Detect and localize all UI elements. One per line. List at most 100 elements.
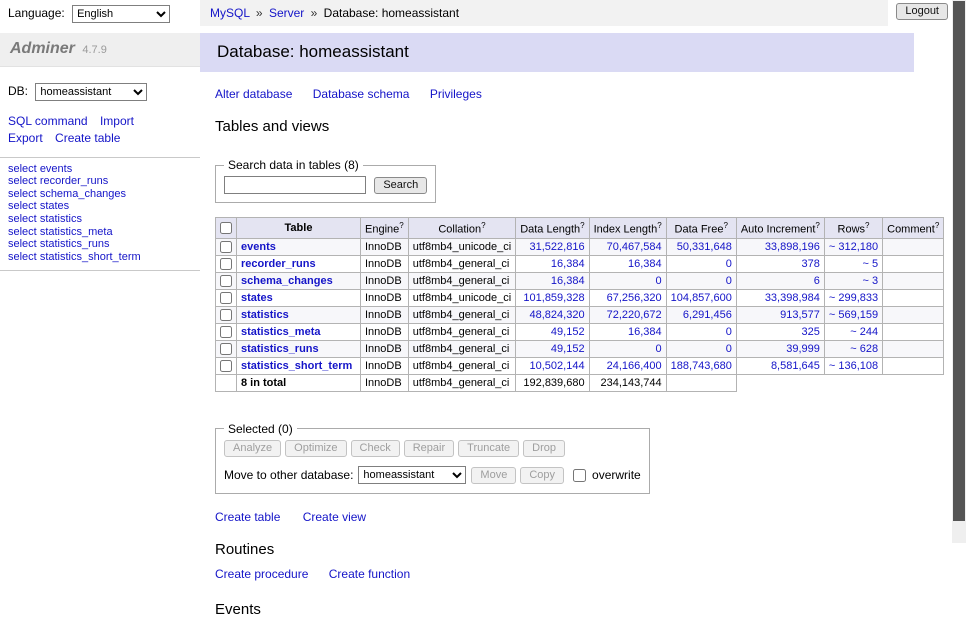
cell-rows-link[interactable]: ~ 244 [850, 326, 878, 338]
cell-auto-increment-link[interactable]: 325 [802, 326, 820, 338]
db-select[interactable]: homeassistant [35, 83, 147, 101]
truncate-button[interactable]: Truncate [458, 440, 519, 457]
cell-index-length-link[interactable]: 0 [656, 275, 662, 287]
breadcrumb-server-link[interactable]: Server [269, 6, 304, 20]
table-name-link[interactable]: events [40, 163, 72, 175]
select-table-link[interactable]: select [8, 226, 37, 238]
analyze-button[interactable]: Analyze [224, 440, 281, 457]
table-name-link[interactable]: statistics_runs [40, 238, 110, 250]
column-header-collation[interactable]: Collation? [408, 218, 515, 239]
logout-button[interactable]: Logout [896, 3, 948, 20]
select-table-link[interactable]: select [8, 200, 37, 212]
row-checkbox[interactable] [220, 360, 232, 372]
check-button[interactable]: Check [351, 440, 400, 457]
cell-index-length-link[interactable]: 24,166,400 [607, 360, 662, 372]
row-checkbox[interactable] [220, 258, 232, 270]
column-header-comment[interactable]: Comment? [883, 218, 944, 239]
search-input[interactable] [224, 176, 366, 194]
privileges-link[interactable]: Privileges [430, 87, 482, 101]
search-button[interactable]: Search [374, 177, 427, 194]
vertical-scrollbar[interactable] [952, 0, 966, 543]
cell-auto-increment-link[interactable]: 6 [814, 275, 820, 287]
table-open-link[interactable]: states [241, 292, 273, 304]
column-header-index-length[interactable]: Index Length? [589, 218, 666, 239]
table-name-link[interactable]: statistics_meta [40, 226, 113, 238]
table-open-link[interactable]: statistics_runs [241, 343, 319, 355]
cell-data-free-link[interactable]: 0 [726, 258, 732, 270]
cell-index-length-link[interactable]: 16,384 [628, 326, 662, 338]
language-select[interactable]: English [72, 5, 170, 23]
cell-data-length-link[interactable]: 10,502,144 [530, 360, 585, 372]
move-db-select[interactable]: homeassistant [358, 466, 466, 484]
row-checkbox[interactable] [220, 241, 232, 253]
cell-auto-increment-link[interactable]: 39,999 [786, 343, 820, 355]
select-table-link[interactable]: select [8, 188, 37, 200]
row-checkbox[interactable] [220, 343, 232, 355]
cell-index-length-link[interactable]: 0 [656, 343, 662, 355]
select-table-link[interactable]: select [8, 238, 37, 250]
select-all-checkbox[interactable] [220, 222, 232, 234]
cell-index-length-link[interactable]: 67,256,320 [607, 292, 662, 304]
cell-data-free-link[interactable]: 50,331,648 [677, 241, 732, 253]
database-schema-link[interactable]: Database schema [313, 87, 410, 101]
select-table-link[interactable]: select [8, 213, 37, 225]
create-table-link-sidebar[interactable]: Create table [55, 131, 120, 145]
cell-auto-increment-link[interactable]: 378 [802, 258, 820, 270]
table-name-link[interactable]: statistics [40, 213, 82, 225]
cell-data-length-link[interactable]: 31,522,816 [530, 241, 585, 253]
cell-auto-increment-link[interactable]: 8,581,645 [771, 360, 820, 372]
cell-data-length-link[interactable]: 101,859,328 [523, 292, 584, 304]
drop-button[interactable]: Drop [523, 440, 565, 457]
column-header-rows[interactable]: Rows? [824, 218, 882, 239]
cell-data-free-link[interactable]: 0 [726, 343, 732, 355]
table-open-link[interactable]: events [241, 241, 276, 253]
cell-auto-increment-link[interactable]: 913,577 [780, 309, 820, 321]
table-name-link[interactable]: states [40, 200, 69, 212]
copy-button[interactable]: Copy [520, 467, 564, 484]
create-procedure-link[interactable]: Create procedure [215, 567, 308, 581]
cell-data-length-link[interactable]: 48,824,320 [530, 309, 585, 321]
move-button[interactable]: Move [471, 467, 516, 484]
column-header-auto-increment[interactable]: Auto Increment? [736, 218, 824, 239]
row-checkbox[interactable] [220, 309, 232, 321]
overwrite-checkbox[interactable] [573, 469, 586, 482]
cell-rows-link[interactable]: ~ 312,180 [829, 241, 878, 253]
column-header-data-length[interactable]: Data Length? [516, 218, 589, 239]
table-open-link[interactable]: statistics_meta [241, 326, 321, 338]
cell-rows-link[interactable]: ~ 569,159 [829, 309, 878, 321]
create-view-link[interactable]: Create view [303, 510, 366, 524]
table-name-link[interactable]: recorder_runs [40, 175, 108, 187]
cell-data-length-link[interactable]: 49,152 [551, 326, 585, 338]
column-header-engine[interactable]: Engine? [361, 218, 409, 239]
alter-database-link[interactable]: Alter database [215, 87, 292, 101]
row-checkbox[interactable] [220, 326, 232, 338]
breadcrumb-mysql-link[interactable]: MySQL [210, 6, 250, 20]
cell-data-length-link[interactable]: 49,152 [551, 343, 585, 355]
row-checkbox[interactable] [220, 292, 232, 304]
table-name-link[interactable]: statistics_short_term [40, 251, 141, 263]
import-link[interactable]: Import [100, 114, 134, 128]
optimize-button[interactable]: Optimize [285, 440, 346, 457]
create-table-link[interactable]: Create table [215, 510, 280, 524]
cell-data-free-link[interactable]: 6,291,456 [683, 309, 732, 321]
cell-index-length-link[interactable]: 16,384 [628, 258, 662, 270]
cell-rows-link[interactable]: ~ 299,833 [829, 292, 878, 304]
create-function-link[interactable]: Create function [329, 567, 410, 581]
cell-data-free-link[interactable]: 104,857,600 [671, 292, 732, 304]
cell-auto-increment-link[interactable]: 33,898,196 [765, 241, 820, 253]
cell-index-length-link[interactable]: 72,220,672 [607, 309, 662, 321]
cell-rows-link[interactable]: ~ 136,108 [829, 360, 878, 372]
table-open-link[interactable]: statistics_short_term [241, 360, 352, 372]
repair-button[interactable]: Repair [404, 440, 454, 457]
cell-data-free-link[interactable]: 0 [726, 326, 732, 338]
select-table-link[interactable]: select [8, 175, 37, 187]
cell-rows-link[interactable]: ~ 3 [863, 275, 879, 287]
cell-data-free-link[interactable]: 0 [726, 275, 732, 287]
table-open-link[interactable]: recorder_runs [241, 258, 316, 270]
export-link[interactable]: Export [8, 131, 43, 145]
column-header-data-free[interactable]: Data Free? [666, 218, 736, 239]
table-open-link[interactable]: statistics [241, 309, 289, 321]
adminer-home-link[interactable]: Adminer [10, 40, 75, 57]
select-table-link[interactable]: select [8, 163, 37, 175]
sql-command-link[interactable]: SQL command [8, 114, 88, 128]
